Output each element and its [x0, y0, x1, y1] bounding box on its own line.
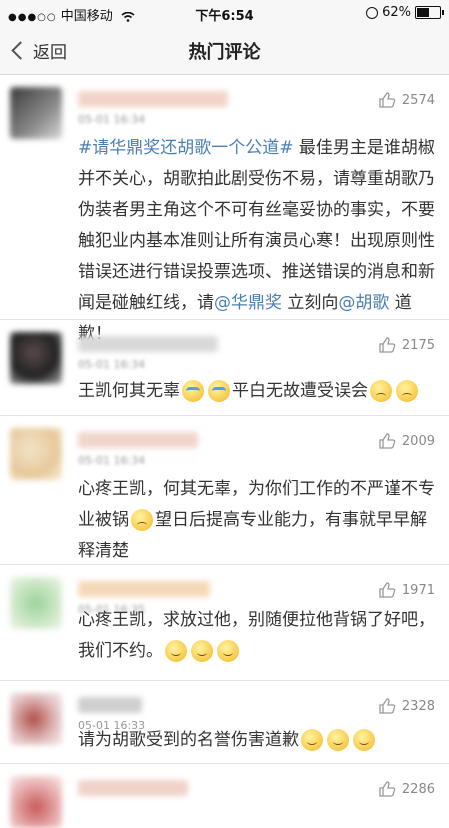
status-bar: ●●●○○ 中国移动 下午6:54 62%	[0, 0, 449, 26]
crying-emoji-icon	[182, 380, 204, 402]
comment-text: #请华鼎奖还胡歌一个公道# 最佳男主是谁胡椒并不关心，胡歌拍此剧受伤不易，请尊重…	[78, 133, 437, 350]
nav-bar: 返回 热门评论	[0, 26, 449, 75]
thumbs-up-icon	[379, 92, 396, 108]
comment-text: 心疼王凯，求放过他，别随便拉他背锅了好吧，我们不约。	[78, 605, 437, 667]
mention-link[interactable]: @胡歌	[338, 293, 389, 313]
like-count: 2328	[401, 698, 435, 714]
username-blurred[interactable]	[78, 91, 228, 107]
smile-emoji-icon	[191, 640, 213, 662]
status-right: 62%	[366, 5, 444, 20]
like-button[interactable]: 2009	[378, 432, 435, 450]
comment-time: 05-01 16:34	[78, 454, 146, 467]
comment-text: 王凯何其无辜 平白无故遭受误会	[78, 376, 437, 407]
thumbs-up-icon	[379, 781, 396, 797]
list-item: 05-01 16:33 2328 请为胡歌受到的名誉伤害道歉	[0, 681, 449, 764]
comment-time: 05-01 16:34	[78, 358, 146, 371]
comment-body-2: 平白无故遭受误会	[232, 381, 368, 401]
avatar[interactable]	[10, 577, 62, 629]
like-button[interactable]: 2286	[378, 780, 435, 798]
avatar[interactable]	[10, 428, 62, 480]
comment-body: 心疼王凯，求放过他，别随便拉他背锅了好吧，我们不约。	[78, 610, 435, 661]
avatar[interactable]	[10, 776, 62, 828]
comment-body-mid: 立刻向	[282, 293, 339, 313]
avatar[interactable]	[10, 87, 62, 139]
battery-icon	[415, 6, 444, 19]
username-blurred[interactable]	[78, 432, 198, 448]
like-button[interactable]: 1971	[378, 581, 435, 599]
mention-link[interactable]: @华鼎奖	[214, 293, 282, 313]
list-item: 05-01 16:34 2175 王凯何其无辜 平白无故遭受误会	[0, 320, 449, 416]
like-button[interactable]: 2175	[378, 336, 435, 354]
smile-emoji-icon	[217, 640, 239, 662]
list-item: 05-01 16:34 2009 心疼王凯，何其无辜，为你们工作的不严谨不专业被…	[0, 416, 449, 565]
battery-percent: 62%	[382, 5, 411, 20]
list-item: 2286	[0, 764, 449, 828]
like-button[interactable]: 2574	[378, 91, 435, 109]
comment-text: 请为胡歌受到的名誉伤害道歉	[78, 725, 437, 756]
smile-emoji-icon	[327, 729, 349, 751]
comment-body: 王凯何其无辜	[78, 381, 180, 401]
sad-emoji-icon	[131, 509, 153, 531]
smile-emoji-icon	[301, 729, 323, 751]
thumbs-up-icon	[379, 337, 396, 353]
smile-emoji-icon	[165, 640, 187, 662]
comment-body: 最佳男主是谁胡椒并不关心，胡歌拍此剧受伤不易，请尊重胡歌乃伪装者男主角这个不可有…	[78, 138, 435, 313]
like-count: 2009	[401, 433, 435, 449]
thumbs-up-icon	[379, 582, 396, 598]
avatar[interactable]	[10, 332, 62, 384]
avatar[interactable]	[10, 693, 62, 745]
list-item: 05-01 16:34 2574 #请华鼎奖还胡歌一个公道# 最佳男主是谁胡椒并…	[0, 75, 449, 344]
hashtag-link[interactable]: #请华鼎奖还胡歌一个公道#	[78, 138, 294, 158]
sad-emoji-icon	[396, 380, 418, 402]
thumbs-up-icon	[379, 698, 396, 714]
like-count: 2574	[401, 92, 435, 108]
comment-text: 心疼王凯，何其无辜，为你们工作的不严谨不专业被锅 望日后提高专业能力，有事就早早解…	[78, 474, 437, 567]
thumbs-up-icon	[379, 433, 396, 449]
username-blurred[interactable]	[78, 780, 188, 796]
page-title: 热门评论	[188, 42, 261, 63]
sad-emoji-icon	[370, 380, 392, 402]
alarm-icon	[366, 6, 379, 19]
crying-emoji-icon	[208, 380, 230, 402]
list-item: 05-01 16:35 1971 心疼王凯，求放过他，别随便拉他背锅了好吧，我们…	[0, 565, 449, 681]
comment-body: 请为胡歌受到的名誉伤害道歉	[78, 730, 299, 750]
comment-time: 05-01 16:34	[78, 113, 146, 126]
like-button[interactable]: 2328	[378, 697, 435, 715]
comment-list: 05-01 16:34 2574 #请华鼎奖还胡歌一个公道# 最佳男主是谁胡椒并…	[0, 75, 449, 828]
smile-emoji-icon	[353, 729, 375, 751]
like-count: 2286	[401, 781, 435, 797]
username-blurred[interactable]	[78, 581, 210, 597]
username-blurred[interactable]	[78, 336, 218, 352]
username-blurred[interactable]	[78, 697, 142, 713]
like-count: 1971	[401, 582, 435, 598]
like-count: 2175	[401, 337, 435, 353]
